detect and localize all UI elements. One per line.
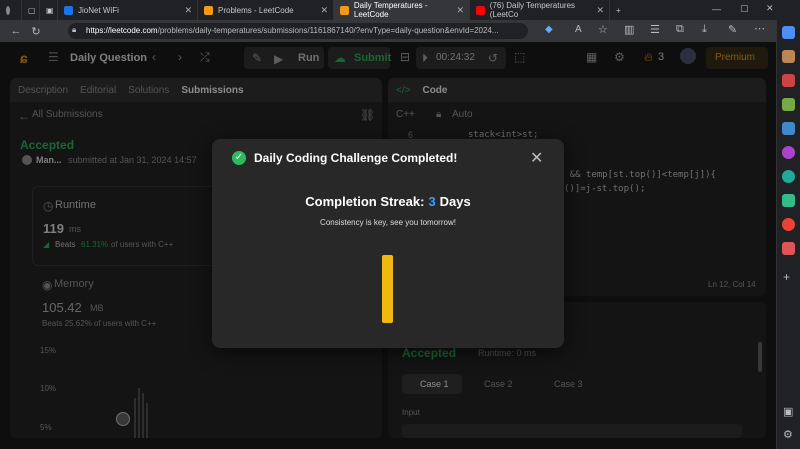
close-icon[interactable]: ✕ — [530, 148, 543, 168]
search-sidebar-icon[interactable] — [782, 26, 795, 39]
add-sidebar-icon[interactable]: + — [783, 270, 790, 284]
tools-icon[interactable] — [782, 74, 795, 87]
collections-icon[interactable]: ⧉ — [676, 23, 684, 36]
close-tab-icon[interactable]: ✕ — [596, 5, 604, 16]
youtube-icon — [476, 5, 485, 15]
linkedin-icon[interactable] — [782, 170, 795, 183]
completion-streak: Completion Streak: 3 Days — [305, 194, 471, 209]
jionet-icon — [64, 5, 73, 15]
shopping-icon[interactable] — [782, 50, 795, 63]
app-icon[interactable] — [782, 242, 795, 255]
workspaces-icon[interactable]: ▢ — [22, 0, 40, 20]
extension-icon[interactable]: ◆ — [545, 24, 553, 35]
tab-jionet[interactable]: JioNet WiFi ✕ — [58, 0, 198, 20]
tab-daily-temperatures[interactable]: Daily Temperatures - LeetCode ✕ — [334, 0, 470, 20]
maximize-button[interactable]: ▢ — [740, 3, 749, 14]
favorite-icon[interactable]: ☆ — [598, 23, 608, 36]
extensions-icon[interactable]: ✎ — [728, 23, 737, 36]
read-aloud-icon[interactable]: A — [575, 24, 582, 35]
daily-challenge-modal: ✓ Daily Coding Challenge Completed! ✕ Co… — [212, 139, 564, 348]
office-icon[interactable] — [782, 122, 795, 135]
sidebar-layout-icon[interactable]: ▣ — [783, 405, 793, 418]
browser-profile-icon[interactable] — [0, 0, 22, 20]
edge-sidebar: + ▣ ⚙ — [776, 20, 800, 449]
back-icon[interactable]: ← — [6, 25, 26, 37]
close-window-button[interactable]: ✕ — [766, 3, 774, 14]
games-icon[interactable] — [782, 98, 795, 111]
google-icon[interactable] — [782, 218, 795, 231]
downloads-icon[interactable]: ⤓ — [702, 23, 707, 36]
tab-youtube[interactable]: (76) Daily Temperatures (LeetCo ✕ — [470, 0, 610, 20]
address-bar-row: ← ↻ https://leetcode.com/problems/daily-… — [0, 20, 800, 42]
refresh-icon[interactable]: ↻ — [26, 25, 46, 38]
close-tab-icon[interactable]: ✕ — [456, 5, 464, 16]
close-tab-icon[interactable]: ✕ — [320, 5, 328, 16]
new-tab-button[interactable]: + — [610, 0, 630, 20]
lock-icon: 🔒︎ — [72, 25, 77, 34]
more-icon[interactable]: ⋯ — [754, 22, 765, 35]
drive-icon[interactable] — [782, 194, 795, 207]
tab-problems[interactable]: Problems - LeetCode ✕ — [198, 0, 334, 20]
leetcode-icon — [204, 5, 213, 15]
check-circle-icon: ✓ — [232, 151, 246, 165]
split-screen-icon[interactable]: ▥ — [624, 23, 634, 36]
leetcode-icon — [340, 5, 349, 15]
browser-tab-bar: ▢ ▣ JioNet WiFi ✕ Problems - LeetCode ✕ Da… — [0, 0, 800, 20]
url-field[interactable]: https://leetcode.com/problems/daily-temp… — [68, 23, 528, 39]
tab-actions-icon[interactable]: ▣ — [40, 0, 58, 20]
modal-subtitle: Consistency is key, see you tomorrow! — [320, 218, 456, 227]
minimize-button[interactable]: — — [712, 4, 721, 14]
outlook-icon[interactable] — [782, 146, 795, 159]
streak-bar — [382, 255, 393, 323]
close-tab-icon[interactable]: ✕ — [184, 5, 192, 16]
favorites-list-icon[interactable]: ☰ — [650, 23, 660, 36]
settings-icon[interactable]: ⚙ — [783, 428, 793, 441]
modal-title: Daily Coding Challenge Completed! — [254, 151, 458, 165]
